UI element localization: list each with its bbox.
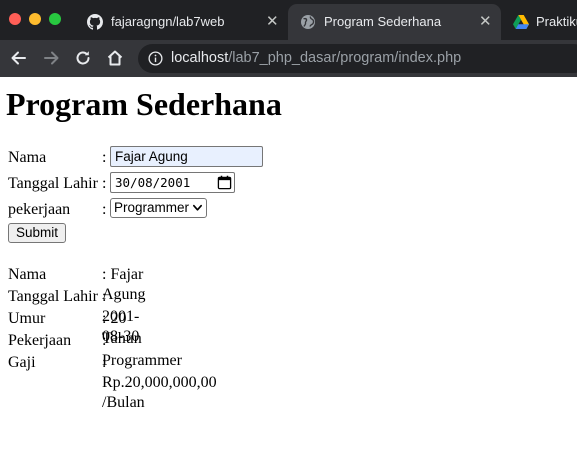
url-text[interactable]: localhost/lab7_php_dasar/program/index.p… [171,50,461,66]
address-bar[interactable]: localhost/lab7_php_dasar/program/index.p… [138,44,577,73]
tab-title: Program Sederhana [324,14,442,29]
maximize-window-button[interactable] [49,13,61,25]
tab-program-sederhana[interactable]: Program Sederhana ✕ [288,4,501,40]
info-icon[interactable] [148,51,163,66]
reload-button[interactable] [73,48,93,68]
google-drive-icon [513,15,529,29]
tab-github[interactable]: fajaragngn/lab7web ✕ [76,4,288,40]
reload-icon [76,51,90,65]
result-label: Nama [8,266,47,283]
submit-button[interactable]: Submit [8,223,66,243]
forward-button[interactable] [41,48,61,68]
nama-input[interactable]: Fajar Agung [110,146,263,167]
pekerjaan-label: pekerjaan [8,201,71,218]
home-button[interactable] [105,48,125,68]
github-icon [87,14,103,30]
browser-chrome: fajaragngn/lab7web ✕ Program Sederhana ✕… [0,0,577,77]
result-label: Umur [8,310,46,327]
arrow-left-icon [11,51,26,65]
close-window-button[interactable] [9,13,21,25]
close-tab-icon[interactable]: ✕ [266,12,279,30]
result-value: : Rp.20,000,000,00 /Bulan [102,354,217,411]
tab-title: Praktikum [536,14,577,29]
home-icon [107,50,123,66]
close-tab-icon[interactable]: ✕ [479,12,492,30]
globe-icon [301,15,315,29]
calendar-icon[interactable] [217,175,232,190]
colon: : [102,175,107,192]
result-label: Gaji [8,354,36,371]
chevron-down-icon [193,204,202,211]
tanggal-lahir-input[interactable]: 30/08/2001 [110,172,235,193]
page-content: Program Sederhana Nama : Fajar Agung Tan… [0,77,577,468]
url-path: /lab7_php_dasar/program/index.php [228,50,462,66]
url-host: localhost [171,50,229,66]
tab-strip: fajaragngn/lab7web ✕ Program Sederhana ✕… [0,0,577,40]
result-label: Tanggal Lahir [8,288,98,305]
pekerjaan-selected: Programmer [114,200,190,215]
pekerjaan-select[interactable]: Programmer [110,198,207,218]
browser-toolbar: localhost/lab7_php_dasar/program/index.p… [0,40,577,77]
colon: : [102,201,107,218]
back-button[interactable] [9,48,29,68]
page-title: Program Sederhana [6,86,282,122]
arrow-right-icon [44,51,59,65]
result-label: Pekerjaan [8,332,72,349]
minimize-window-button[interactable] [29,13,41,25]
date-value: 30/08/2001 [115,175,191,190]
tanggal-lahir-label: Tanggal Lahir [8,175,98,192]
tab-title: fajaragngn/lab7web [111,14,225,29]
tab-praktikum[interactable]: Praktikum [503,4,577,40]
nama-label: Nama [8,149,47,166]
colon: : [102,149,107,166]
